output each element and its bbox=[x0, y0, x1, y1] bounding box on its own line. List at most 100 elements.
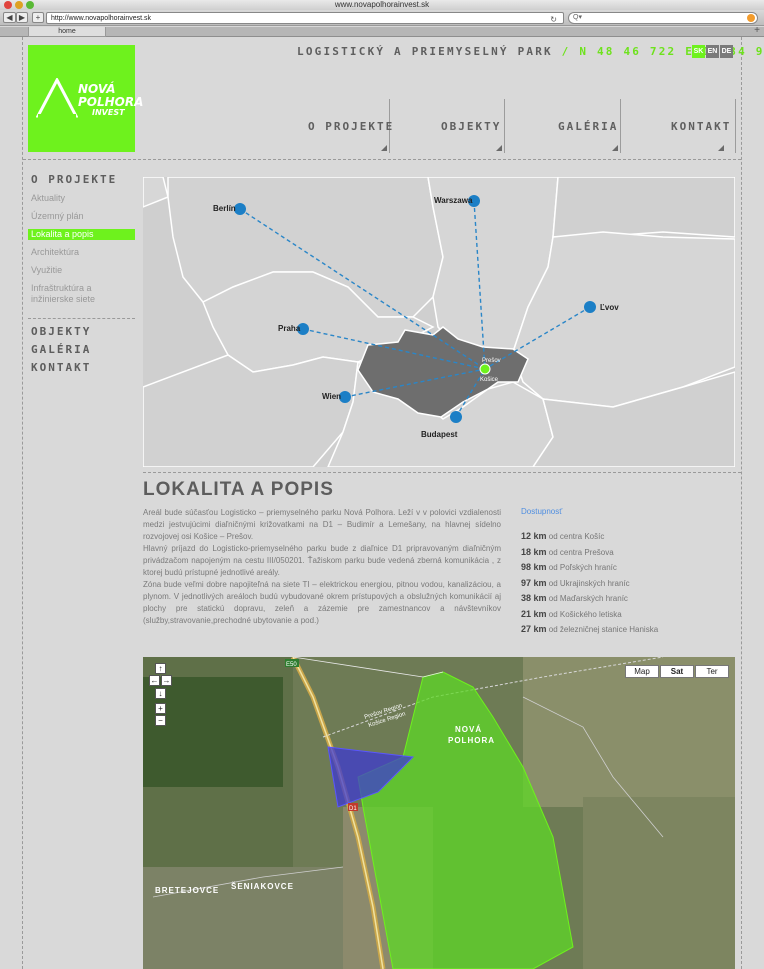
language-switch: SK EN DE bbox=[692, 45, 733, 58]
place-label-seniakovce: ŠENIAKOVCE bbox=[231, 882, 294, 891]
menu-galeria[interactable]: GALÉRIA bbox=[558, 120, 618, 133]
page-title: LOKALITA A POPIS bbox=[143, 479, 334, 500]
logo-triangle-icon bbox=[36, 78, 78, 118]
tab-home[interactable]: home bbox=[28, 27, 106, 37]
rss-icon[interactable] bbox=[747, 14, 755, 22]
menu-corner-icon bbox=[496, 145, 502, 151]
window-controls bbox=[4, 1, 34, 9]
tagline-text: LOGISTICKÝ A PRIEMYSELNÝ PARK bbox=[297, 45, 553, 58]
satellite-image: NOVÁ POLHORA BRETEJOVCE ŠENIAKOVCE E50 D… bbox=[143, 657, 735, 969]
distance-km: 98 km bbox=[521, 562, 547, 572]
city-label-budapest: Budapest bbox=[421, 430, 458, 439]
city-label-wien: Wien bbox=[322, 392, 341, 401]
marker-project-site[interactable] bbox=[479, 363, 491, 375]
pan-up-button[interactable]: ↑ bbox=[155, 663, 166, 674]
distance-label: od Ukrajinských hraníc bbox=[546, 578, 630, 588]
divider bbox=[23, 159, 741, 160]
forward-button[interactable]: ▶ bbox=[16, 12, 28, 23]
pan-left-button[interactable]: ← bbox=[149, 675, 160, 686]
europe-map-svg: Berlín Warszawa Praha Ľvov Wien Budapest… bbox=[143, 177, 735, 467]
menu-o-projekte[interactable]: O PROJEKTE bbox=[308, 120, 394, 133]
description-paragraph: Zóna bude veľmi dobre napojiteľná na sie… bbox=[143, 580, 501, 625]
tab-bar: home + bbox=[0, 25, 764, 37]
menu-separator bbox=[620, 99, 621, 153]
distance-label: od Košického letiska bbox=[546, 609, 622, 619]
sidebar-kontakt[interactable]: KONTAKT bbox=[31, 361, 91, 374]
description-paragraph: Areál bude súčasťou Logisticko – priemys… bbox=[143, 508, 501, 541]
sidebar-item-lokalita[interactable]: Lokalita a popis bbox=[28, 229, 135, 240]
menu-corner-icon bbox=[718, 145, 724, 151]
divider bbox=[22, 37, 23, 969]
list-item: 98 km od Poľských hraníc bbox=[521, 560, 658, 576]
reload-icon[interactable]: ↻ bbox=[550, 14, 557, 25]
satellite-map[interactable]: NOVÁ POLHORA BRETEJOVCE ŠENIAKOVCE E50 D… bbox=[143, 657, 735, 969]
place-label-bretejovce: BRETEJOVCE bbox=[155, 886, 219, 895]
distance-km: 97 km bbox=[521, 577, 547, 588]
url-bar[interactable]: http://www.novapolhorainvest.sk ↻ bbox=[46, 12, 564, 24]
road-label-d1: D1 bbox=[349, 806, 357, 812]
sidebar-objekty[interactable]: OBJEKTY bbox=[31, 325, 91, 338]
description: Areál bude súčasťou Logisticko – priemys… bbox=[143, 507, 501, 627]
logo-text-line2: POLHORA bbox=[78, 95, 144, 109]
city-label-warszawa: Warszawa bbox=[434, 196, 473, 205]
distance-km: 38 km bbox=[521, 593, 547, 603]
sidebar-heading[interactable]: O PROJEKTE bbox=[31, 173, 117, 186]
url-text: http://www.novapolhorainvest.sk bbox=[51, 15, 151, 22]
map-type-ter-button[interactable]: Ter bbox=[695, 665, 729, 678]
search-input[interactable]: Q▾ bbox=[568, 12, 758, 24]
list-item: 27 km od železničnej stanice Haniska bbox=[521, 622, 658, 638]
sidebar-item-infrastruktura[interactable]: Infraštruktúra a inžinierske siete bbox=[31, 283, 131, 305]
list-item: 18 km od centra Prešova bbox=[521, 545, 658, 561]
pan-down-button[interactable]: ↓ bbox=[155, 688, 166, 699]
divider bbox=[741, 37, 742, 969]
zoom-out-button[interactable]: − bbox=[155, 715, 166, 726]
distance-km: 21 km bbox=[521, 608, 547, 619]
sidebar-item-architektura[interactable]: Architektúra bbox=[31, 247, 79, 258]
map-type-sat-button[interactable]: Sat bbox=[660, 665, 694, 678]
logo-text-line1: NOVÁ bbox=[78, 82, 116, 96]
menu-separator bbox=[735, 99, 736, 153]
marker-lvov[interactable] bbox=[584, 301, 596, 313]
city-label-presov: Prešov bbox=[482, 358, 501, 364]
marker-berlin[interactable] bbox=[234, 203, 246, 215]
lang-de-button[interactable]: DE bbox=[720, 45, 733, 58]
sidebar-item-uzemny-plan[interactable]: Územný plán bbox=[31, 211, 84, 222]
city-label-kosice: Košice bbox=[480, 377, 499, 383]
sidebar-galeria[interactable]: GALÉRIA bbox=[31, 343, 91, 356]
menu-corner-icon bbox=[612, 145, 618, 151]
zoom-window-button[interactable] bbox=[26, 1, 34, 9]
lang-sk-button[interactable]: SK bbox=[692, 45, 705, 58]
menu-separator bbox=[504, 99, 505, 153]
page: NOVÁ POLHORA INVEST LOGISTICKÝ A PRIEMYS… bbox=[0, 37, 764, 969]
lang-en-button[interactable]: EN bbox=[706, 45, 719, 58]
distance-label: od železničnej stanice Haniska bbox=[546, 625, 659, 634]
back-button[interactable]: ◀ bbox=[3, 12, 16, 23]
description-paragraph: Hlavný príjazd do Logisticko-priemyselné… bbox=[143, 544, 501, 577]
distance-label: od Maďarských hraníc bbox=[546, 594, 628, 603]
sidebar-item-vyuzitie[interactable]: Využitie bbox=[31, 265, 62, 276]
city-label-praha: Praha bbox=[278, 324, 301, 333]
road-label-e50: E50 bbox=[286, 662, 297, 668]
minimize-window-button[interactable] bbox=[15, 1, 23, 9]
list-item: 97 km od Ukrajinských hraníc bbox=[521, 576, 658, 592]
close-window-button[interactable] bbox=[4, 1, 12, 9]
map-type-map-button[interactable]: Map bbox=[625, 665, 659, 678]
add-bookmark-button[interactable]: + bbox=[32, 12, 44, 23]
zoom-in-button[interactable]: + bbox=[155, 703, 166, 714]
menu-objekty[interactable]: OBJEKTY bbox=[441, 120, 501, 133]
new-tab-icon[interactable]: + bbox=[754, 25, 760, 36]
pan-right-button[interactable]: → bbox=[161, 675, 172, 686]
distance-label: od centra Prešova bbox=[546, 547, 614, 557]
logo-text-line3: INVEST bbox=[92, 108, 125, 117]
divider bbox=[143, 472, 741, 473]
distance-km: 27 km bbox=[521, 624, 547, 634]
city-label-berlin: Berlín bbox=[213, 204, 236, 213]
search-icon: Q▾ bbox=[573, 14, 582, 21]
menu-kontakt[interactable]: KONTAKT bbox=[671, 120, 731, 133]
distance-label: od centra Košíc bbox=[546, 532, 605, 541]
marker-budapest[interactable] bbox=[450, 411, 462, 423]
list-item: 12 km od centra Košíc bbox=[521, 529, 658, 545]
sidebar-item-aktuality[interactable]: Aktuality bbox=[31, 193, 65, 204]
logo[interactable]: NOVÁ POLHORA INVEST bbox=[28, 45, 143, 152]
browser-toolbar: ◀ ▶ + http://www.novapolhorainvest.sk ↻ … bbox=[0, 10, 764, 26]
